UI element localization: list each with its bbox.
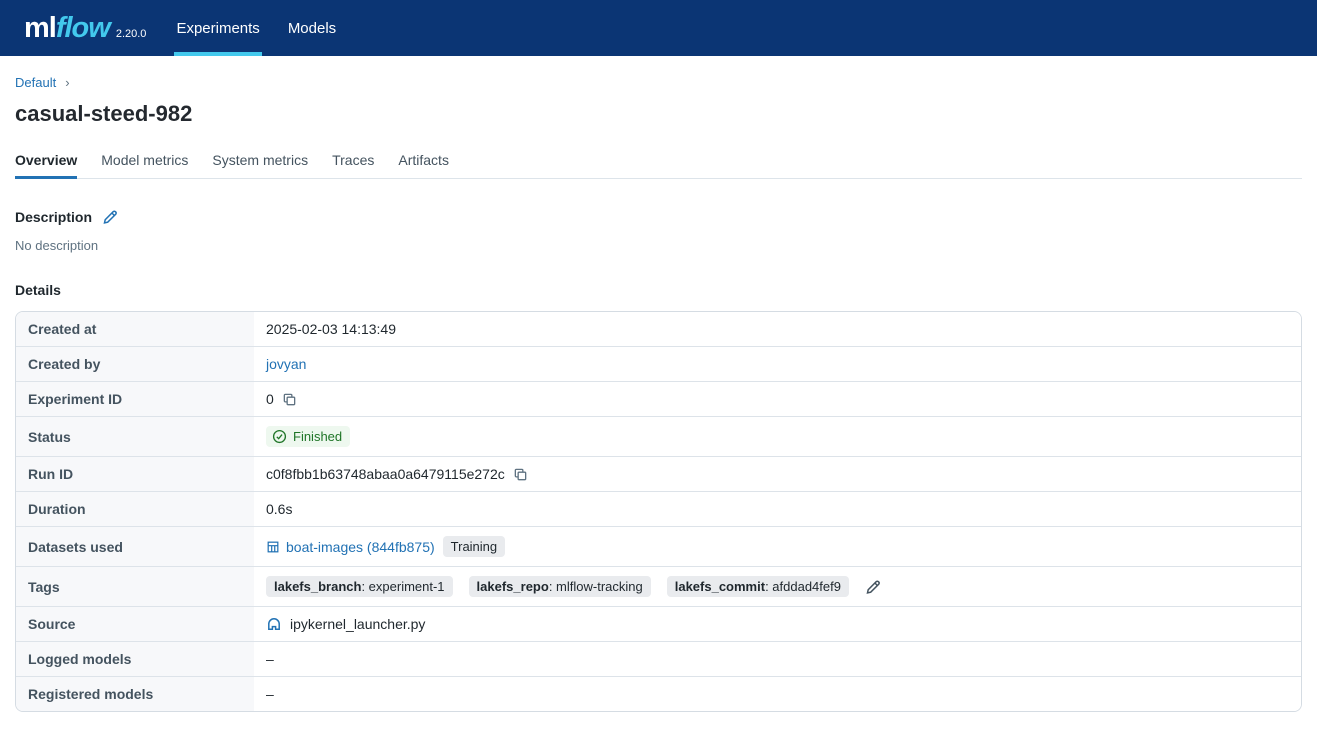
tag-key: lakefs_repo xyxy=(477,579,549,594)
row-label: Source xyxy=(16,607,254,641)
source-value: ipykernel_launcher.py xyxy=(290,616,425,632)
copy-icon xyxy=(282,392,297,407)
tag-chip: lakefs_branch: experiment-1 xyxy=(266,576,453,597)
dataset-context-badge: Training xyxy=(443,536,505,557)
copy-experiment-id-button[interactable] xyxy=(282,392,297,407)
row-label: Datasets used xyxy=(16,527,254,566)
dataset-link-text: boat-images (844fb875) xyxy=(286,539,435,555)
description-title: Description xyxy=(15,209,92,225)
notebook-source-icon xyxy=(266,616,282,632)
created-at-value: 2025-02-03 14:13:49 xyxy=(266,321,396,337)
edit-tags-button[interactable] xyxy=(865,579,881,595)
run-title: casual-steed-982 xyxy=(15,101,1302,127)
table-row-status: Status Finished xyxy=(16,417,1301,457)
table-row-source: Source ipykernel_launcher.py xyxy=(16,607,1301,642)
breadcrumb-experiment-link[interactable]: Default xyxy=(15,75,56,90)
table-row-duration: Duration 0.6s xyxy=(16,492,1301,527)
edit-description-button[interactable] xyxy=(102,209,118,225)
table-row-created-by: Created by jovyan xyxy=(16,347,1301,382)
pencil-icon xyxy=(102,209,118,225)
tag-value: mlflow-tracking xyxy=(556,579,643,594)
table-row-run-id: Run ID c0f8fbb1b63748abaa0a6479115e272c xyxy=(16,457,1301,492)
row-label: Created by xyxy=(16,347,254,381)
tab-artifacts[interactable]: Artifacts xyxy=(398,152,449,178)
pencil-icon xyxy=(865,579,881,595)
tag-chip: lakefs_commit: afddad4fef9 xyxy=(667,576,849,597)
experiment-id-value: 0 xyxy=(266,391,274,407)
row-label: Tags xyxy=(16,567,254,606)
logged-models-empty-value: – xyxy=(266,651,274,667)
registered-models-empty-value: – xyxy=(266,686,274,702)
row-label: Created at xyxy=(16,312,254,346)
table-row-registered-models: Registered models – xyxy=(16,677,1301,711)
nav-item-models[interactable]: Models xyxy=(286,0,338,56)
tag-chip: lakefs_repo: mlflow-tracking xyxy=(469,576,651,597)
mlflow-version: 2.20.0 xyxy=(116,28,147,40)
table-row-logged-models: Logged models – xyxy=(16,642,1301,677)
dataset-table-icon xyxy=(266,540,280,554)
tag-key: lakefs_branch xyxy=(274,579,361,594)
check-circle-icon xyxy=(272,429,287,444)
run-id-value: c0f8fbb1b63748abaa0a6479115e272c xyxy=(266,466,505,482)
tag-value: experiment-1 xyxy=(369,579,445,594)
tab-traces[interactable]: Traces xyxy=(332,152,374,178)
tag-key: lakefs_commit xyxy=(675,579,765,594)
tab-overview[interactable]: Overview xyxy=(15,152,77,178)
breadcrumb-chevron-icon: › xyxy=(65,75,69,90)
table-row-datasets: Datasets used boat-images (844fb875) Tra… xyxy=(16,527,1301,567)
row-label: Duration xyxy=(16,492,254,526)
tag-separator: : xyxy=(549,579,556,594)
row-label: Logged models xyxy=(16,642,254,676)
mlflow-logo-ml: ml xyxy=(24,12,56,45)
tab-model-metrics[interactable]: Model metrics xyxy=(101,152,188,178)
row-label: Run ID xyxy=(16,457,254,491)
dataset-link[interactable]: boat-images (844fb875) xyxy=(266,539,435,555)
mlflow-logo-flow: flow xyxy=(56,12,110,45)
breadcrumb: Default › xyxy=(15,75,1302,90)
tag-separator: : xyxy=(361,579,368,594)
nav-item-experiments[interactable]: Experiments xyxy=(174,0,261,56)
table-row-tags: Tags lakefs_branch: experiment-1 lakefs_… xyxy=(16,567,1301,607)
details-table: Created at 2025-02-03 14:13:49 Created b… xyxy=(15,311,1302,712)
duration-value: 0.6s xyxy=(266,501,292,517)
status-badge: Finished xyxy=(266,426,350,447)
created-by-user-link[interactable]: jovyan xyxy=(266,356,306,372)
tab-system-metrics[interactable]: System metrics xyxy=(212,152,308,178)
row-label: Status xyxy=(16,417,254,456)
table-row-created-at: Created at 2025-02-03 14:13:49 xyxy=(16,312,1301,347)
details-title: Details xyxy=(15,282,61,298)
description-empty-text: No description xyxy=(15,238,1302,253)
mlflow-logo[interactable]: mlflow 2.20.0 xyxy=(24,0,146,56)
details-header: Details xyxy=(15,282,1302,298)
run-tabs: Overview Model metrics System metrics Tr… xyxy=(15,152,1302,179)
status-text: Finished xyxy=(293,429,342,444)
top-navbar: mlflow 2.20.0 Experiments Models xyxy=(0,0,1317,56)
row-label: Registered models xyxy=(16,677,254,711)
copy-run-id-button[interactable] xyxy=(513,467,528,482)
tag-value: afddad4fef9 xyxy=(772,579,841,594)
row-label: Experiment ID xyxy=(16,382,254,416)
table-row-experiment-id: Experiment ID 0 xyxy=(16,382,1301,417)
description-header: Description xyxy=(15,209,1302,225)
copy-icon xyxy=(513,467,528,482)
